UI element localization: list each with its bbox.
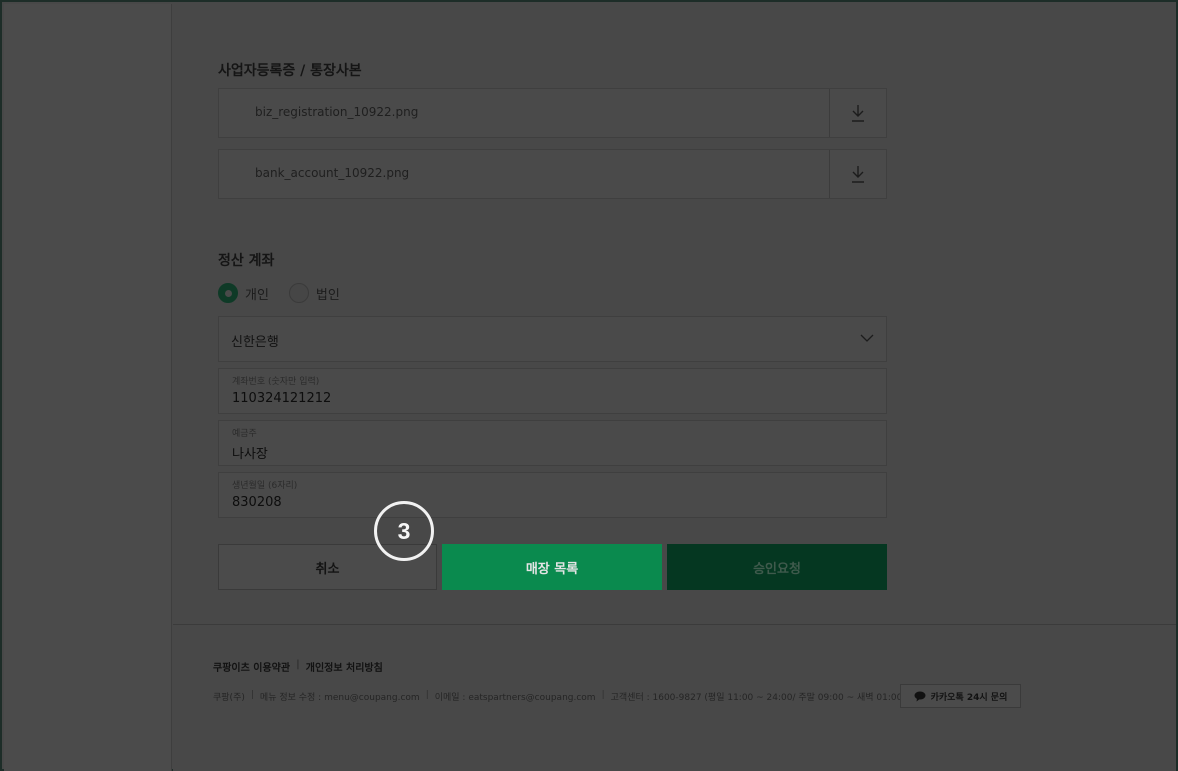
- download-icon: [852, 166, 864, 183]
- chat-bubble-icon: [914, 691, 926, 701]
- chevron-down-icon: [860, 334, 874, 342]
- menu-edit-email: 메뉴 정보 수정 : menu@coupang.com: [259, 693, 420, 703]
- account-type-radio-group: 개인 법인: [218, 282, 360, 304]
- step-number-badge: 3: [374, 501, 434, 561]
- footer-company-info: 쿠팡(주) | 메뉴 정보 수정 : menu@coupang.com | 이메…: [213, 690, 906, 703]
- file-row-biz-registration: biz_registration_10922.png: [218, 88, 887, 138]
- account-holder-label: 예금주: [232, 429, 257, 439]
- account-number-value: 110324121212: [232, 391, 332, 406]
- account-number-field[interactable]: 계좌번호 (숫자만 입력) 110324121212: [218, 368, 887, 414]
- download-button[interactable]: [829, 150, 886, 198]
- birth-date-label: 생년월일 (6자리): [232, 481, 298, 491]
- footer-links: 쿠팡이츠 이용약관 | 개인정보 처리방침: [213, 659, 383, 674]
- footer-divider: [173, 624, 1176, 625]
- file-name: biz_registration_10922.png: [255, 105, 419, 119]
- radio-personal-label: 개인: [245, 287, 269, 303]
- kakao-inquiry-button[interactable]: 카카오톡 24시 문의: [900, 684, 1021, 708]
- settlement-section-title: 정산 계좌: [218, 253, 275, 269]
- dimmed-screen: 사업자등록증 / 통장사본 biz_registration_10922.png…: [0, 0, 1178, 771]
- account-holder-field[interactable]: 예금주 나사장: [218, 420, 887, 466]
- kakao-inquiry-label: 카카오톡 24시 문의: [930, 692, 1008, 703]
- bank-select[interactable]: 신한은행: [218, 316, 887, 362]
- left-sidebar: [4, 4, 172, 771]
- download-button[interactable]: [829, 89, 886, 137]
- radio-corporate-label: 법인: [315, 287, 340, 303]
- birth-date-field[interactable]: 생년월일 (6자리) 830208: [218, 472, 887, 518]
- documents-section-title: 사업자등록증 / 통장사본: [218, 63, 362, 79]
- privacy-policy-link[interactable]: 개인정보 처리방침: [306, 659, 383, 674]
- file-name: bank_account_10922.png: [255, 166, 410, 180]
- account-number-label: 계좌번호 (숫자만 입력): [232, 377, 320, 387]
- store-list-button[interactable]: 매장 목록: [442, 544, 662, 590]
- bank-select-value: 신한은행: [231, 335, 279, 350]
- radio-corporate[interactable]: [288, 283, 309, 303]
- account-holder-value: 나사장: [232, 447, 268, 462]
- partner-email: 이메일 : eatspartners@coupang.com: [434, 693, 596, 703]
- approval-request-button[interactable]: 승인요청: [667, 544, 887, 590]
- footer-link-separator: |: [296, 659, 300, 670]
- download-icon: [852, 105, 864, 122]
- customer-center-info: 고객센터 : 1600-9827 (평일 11:00 ~ 24:00/ 주말 0…: [610, 693, 906, 703]
- company-name: 쿠팡(주): [213, 693, 245, 703]
- terms-link[interactable]: 쿠팡이츠 이용약관: [213, 659, 290, 674]
- birth-date-value: 830208: [232, 495, 282, 510]
- radio-personal[interactable]: [218, 283, 238, 303]
- file-row-bank-account: bank_account_10922.png: [218, 149, 887, 199]
